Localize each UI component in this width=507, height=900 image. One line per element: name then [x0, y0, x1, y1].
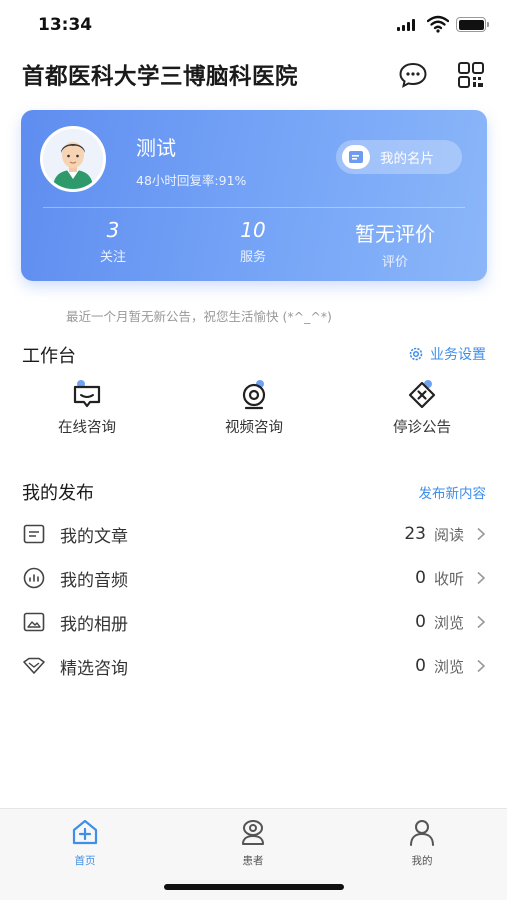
home-icon	[72, 819, 98, 845]
avatar-illustration	[43, 129, 103, 189]
suspension-notice-label: 停诊公告	[393, 420, 451, 436]
battery-icon	[456, 17, 489, 32]
list-item-label: 我的文章	[60, 526, 128, 547]
list-item-unit: 收听	[433, 569, 464, 588]
list-item-label: 我的相册	[60, 614, 128, 635]
business-settings-label: 业务设置	[430, 347, 486, 363]
list-item-label: 我的音频	[60, 570, 128, 591]
stat-following[interactable]: 3 关注	[53, 218, 173, 265]
stat-value: 暂无评价	[355, 222, 435, 246]
list-item-count: 0	[415, 656, 426, 676]
audio-icon	[22, 566, 46, 590]
stat-value: 10	[240, 218, 266, 242]
list-item-count: 0	[415, 568, 426, 588]
list-item-unit: 阅读	[433, 525, 464, 544]
video-consult-label: 视频咨询	[225, 420, 283, 436]
namecard-icon	[342, 145, 370, 169]
tab-label: 我的	[411, 855, 433, 867]
list-item-unit: 浏览	[433, 613, 464, 632]
tab-patients[interactable]: 患者	[203, 817, 303, 868]
online-consult-label: 在线咨询	[58, 420, 116, 436]
avatar[interactable]	[40, 126, 106, 192]
cellular-signal-icon	[397, 19, 415, 31]
online-consult-icon	[70, 378, 104, 412]
online-consult-button[interactable]: 在线咨询	[27, 378, 147, 437]
home-indicator	[164, 884, 344, 890]
chevron-right-icon	[477, 527, 486, 541]
list-item-articles[interactable]: 我的文章 23 阅读	[22, 512, 488, 556]
top-header: 首都医科大学三博脑科医院	[0, 50, 507, 100]
list-item-label: 精选咨询	[60, 658, 128, 679]
video-consult-icon	[237, 378, 271, 412]
stat-reviews[interactable]: 暂无评价 评价	[325, 218, 465, 270]
card-divider	[43, 207, 465, 208]
article-icon	[22, 522, 46, 546]
suspension-notice-button[interactable]: 停诊公告	[362, 378, 482, 437]
album-icon	[22, 610, 46, 634]
suspension-notice-icon	[405, 378, 439, 412]
doctor-name: 测试	[136, 136, 176, 160]
tab-home[interactable]: 首页	[35, 817, 135, 868]
user-icon	[410, 820, 434, 846]
chevron-right-icon	[477, 571, 486, 585]
stat-services[interactable]: 10 服务	[193, 218, 313, 265]
stat-value: 3	[106, 218, 120, 242]
list-item-featured-consult[interactable]: 精选咨询 0 浏览	[22, 644, 488, 688]
doctor-profile-card[interactable]: 测试 48小时回复率:91% 我的名片 3 关注 10 服务 暂无评价 评价	[21, 110, 487, 281]
list-item-album[interactable]: 我的相册 0 浏览	[22, 600, 488, 644]
list-item-audio[interactable]: 我的音频 0 收听	[22, 556, 488, 600]
tab-label: 首页	[74, 855, 96, 867]
my-publications-title: 我的发布	[22, 483, 94, 504]
stat-label: 评价	[381, 255, 408, 270]
stat-label: 服务	[239, 250, 266, 265]
my-namecard-label: 我的名片	[380, 151, 434, 167]
chevron-right-icon	[477, 615, 486, 629]
chevron-right-icon	[477, 659, 486, 673]
reply-rate: 48小时回复率:91%	[136, 173, 247, 188]
tab-mine[interactable]: 我的	[372, 817, 472, 868]
my-namecard-button[interactable]: 我的名片	[336, 140, 462, 174]
featured-consult-icon	[22, 654, 46, 678]
page-title: 首都医科大学三博脑科医院	[22, 64, 299, 90]
wifi-icon	[427, 15, 449, 33]
status-time: 13:34	[38, 15, 93, 35]
announcement-notice: 最近一个月暂无新公告，祝您生活愉快 (*^_^*)	[66, 309, 332, 324]
list-item-unit: 浏览	[433, 657, 464, 676]
business-settings-link[interactable]: 业务设置	[408, 344, 486, 364]
gear-icon	[409, 347, 423, 361]
video-consult-button[interactable]: 视频咨询	[194, 378, 314, 437]
publish-new-link[interactable]: 发布新内容	[419, 482, 487, 502]
list-item-count: 23	[404, 524, 426, 544]
patient-icon	[242, 820, 264, 845]
tab-label: 患者	[242, 855, 264, 867]
message-icon[interactable]	[398, 61, 428, 89]
list-item-count: 0	[415, 612, 426, 632]
qr-code-icon[interactable]	[457, 61, 485, 89]
workbench-title: 工作台	[22, 346, 76, 367]
stat-label: 关注	[99, 250, 126, 265]
status-bar: 13:34	[0, 0, 507, 50]
